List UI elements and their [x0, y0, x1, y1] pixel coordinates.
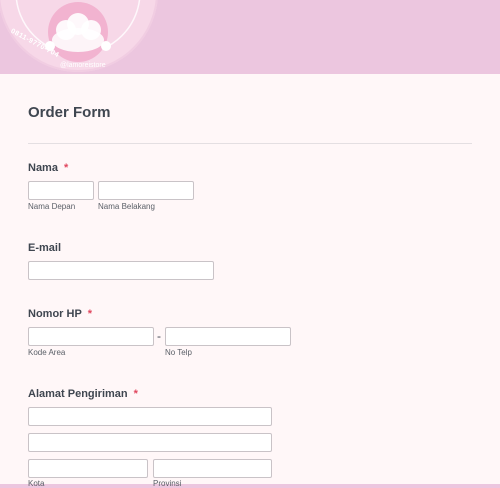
address-label-text: Alamat Pengiriman: [28, 388, 128, 400]
city-input[interactable]: [28, 459, 148, 478]
form-header: 0811-9770-704 @lamoreistore: [0, 0, 500, 74]
phone-separator: -: [157, 329, 161, 343]
last-name-input[interactable]: [98, 181, 194, 200]
last-name-sublabel: Nama Belakang: [98, 202, 155, 211]
area-code-input[interactable]: [28, 327, 154, 346]
email-label-text: E-mail: [28, 242, 62, 254]
required-marker: *: [133, 388, 138, 400]
first-name-input[interactable]: [28, 181, 94, 200]
address-line2-input[interactable]: [28, 433, 272, 452]
order-form-card: Order Form Nama * Nama Depan Nama Belakan…: [0, 74, 500, 488]
phone-number-sublabel: No Telp: [165, 348, 192, 357]
address-line1-input[interactable]: [28, 407, 272, 426]
nama-label-text: Nama: [28, 162, 58, 174]
area-code-sublabel: Kode Area: [28, 348, 66, 357]
email-label: E-mail: [28, 242, 61, 254]
title-divider: [28, 143, 472, 144]
email-field[interactable]: [28, 261, 214, 280]
required-marker: *: [87, 308, 93, 320]
phone-label-text: Nomor HP: [28, 308, 82, 320]
page-title: Order Form: [28, 104, 111, 121]
required-marker: *: [63, 162, 69, 174]
first-name-sublabel: Nama Depan: [28, 202, 76, 211]
province-input[interactable]: [153, 459, 272, 478]
address-label: Alamat Pengiriman *: [28, 388, 138, 400]
logo-handle-text: @lamoreistore: [60, 62, 106, 69]
store-logo: 0811-9770-704 @lamoreistore: [0, 0, 158, 72]
phone-number-input[interactable]: [165, 327, 291, 346]
nama-label: Nama *: [28, 162, 68, 174]
phone-label: Nomor HP *: [28, 308, 92, 320]
